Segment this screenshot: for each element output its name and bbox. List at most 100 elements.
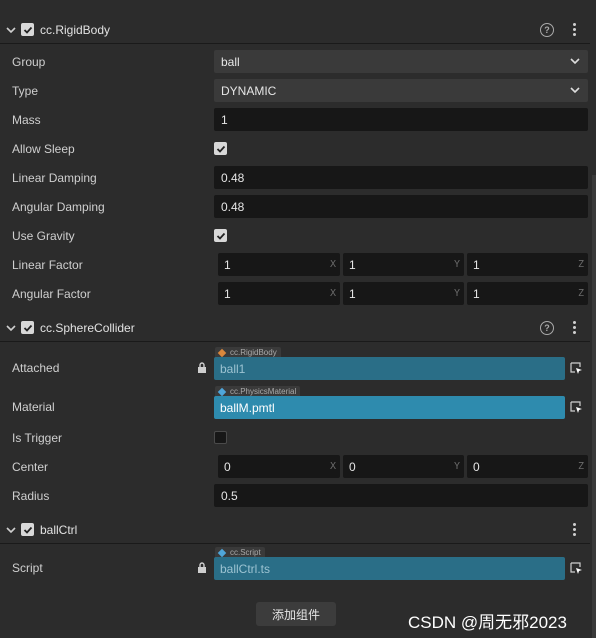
material-field[interactable]: ballM.pmtl [214, 396, 565, 419]
allow-sleep-label: Allow Sleep [12, 142, 75, 156]
mass-row: Mass 1 [0, 108, 590, 132]
ballctrl-title: ballCtrl [40, 522, 78, 537]
watermark-text: CSDN @周无邪2023 [408, 613, 567, 632]
sphere-collider-title: cc.SphereCollider [40, 320, 135, 335]
more-menu-icon[interactable] [572, 23, 576, 37]
is-trigger-label: Is Trigger [12, 431, 63, 445]
center-z-value: 0 [473, 459, 480, 474]
y-axis-label: Y [453, 259, 460, 270]
x-axis-label: X [329, 288, 336, 299]
use-gravity-label: Use Gravity [12, 229, 75, 243]
linear-factor-label: Linear Factor [12, 258, 83, 272]
material-row: Material ballM.pmtl [0, 395, 590, 419]
lock-icon [198, 562, 206, 573]
linear-factor-z-input[interactable]: 1 Z [467, 253, 588, 276]
type-label: Type [12, 84, 39, 98]
group-row: Group ball [0, 50, 590, 74]
attached-label: Attached [12, 361, 60, 375]
angular-factor-x-value: 1 [224, 286, 231, 301]
radius-input[interactable]: 0.5 [214, 484, 588, 507]
help-icon[interactable]: ? [540, 23, 554, 37]
mass-input[interactable]: 1 [214, 108, 588, 131]
y-axis-label: Y [453, 288, 460, 299]
radius-row: Radius 0.5 [0, 484, 590, 508]
angular-factor-y-value: 1 [349, 286, 356, 301]
script-pick-button[interactable] [567, 557, 586, 580]
lock-icon [198, 362, 206, 373]
script-row: Script ballCtrl.ts [0, 556, 590, 580]
scrollbar[interactable] [592, 175, 596, 638]
linear-damping-input[interactable]: 0.48 [214, 166, 588, 189]
more-menu-icon[interactable] [572, 523, 576, 537]
center-label: Center [12, 460, 49, 474]
angular-factor-x-input[interactable]: 1 X [218, 282, 340, 305]
pick-target-icon [570, 401, 582, 413]
y-axis-label: Y [453, 461, 460, 472]
chevron-down-icon[interactable] [6, 323, 16, 333]
center-x-input[interactable]: 0 X [218, 455, 340, 478]
linear-damping-row: Linear Damping 0.48 [0, 166, 590, 190]
linear-factor-y-value: 1 [349, 257, 356, 272]
radius-label: Radius [12, 489, 50, 503]
use-gravity-checkbox[interactable] [214, 229, 227, 242]
is-trigger-checkbox[interactable] [214, 431, 227, 444]
group-value: ball [221, 54, 240, 69]
script-label: Script [12, 561, 43, 575]
linear-factor-row: Linear Factor 1 X 1 Y 1 Z [0, 253, 590, 277]
z-axis-label: Z [577, 461, 584, 472]
group-label: Group [12, 55, 46, 69]
z-axis-label: Z [577, 259, 584, 270]
type-row: Type DYNAMIC [0, 79, 590, 103]
angular-damping-row: Angular Damping 0.48 [0, 195, 590, 219]
angular-factor-z-value: 1 [473, 286, 480, 301]
linear-factor-x-value: 1 [224, 257, 231, 272]
add-component-button[interactable]: 添加组件 [256, 602, 336, 626]
mass-label: Mass [12, 113, 41, 127]
group-select[interactable]: ball [214, 50, 588, 73]
pick-target-icon [570, 362, 582, 374]
ballctrl-header[interactable]: ballCtrl [0, 516, 590, 544]
linear-factor-y-input[interactable]: 1 Y [343, 253, 464, 276]
linear-damping-label: Linear Damping [12, 171, 97, 185]
help-icon[interactable]: ? [540, 321, 554, 335]
attached-row: Attached ball1 [0, 356, 590, 380]
rigidbody-header[interactable]: cc.RigidBody ? [0, 16, 590, 44]
center-z-input[interactable]: 0 Z [467, 455, 588, 478]
more-menu-icon[interactable] [572, 321, 576, 335]
use-gravity-row: Use Gravity [0, 224, 590, 248]
angular-factor-row: Angular Factor 1 X 1 Y 1 Z [0, 282, 590, 306]
is-trigger-row: Is Trigger [0, 426, 590, 450]
allow-sleep-row: Allow Sleep [0, 137, 590, 161]
rigidbody-title: cc.RigidBody [40, 22, 111, 37]
sphere-collider-header[interactable]: cc.SphereCollider ? [0, 314, 590, 342]
type-value: DYNAMIC [221, 83, 277, 98]
angular-damping-label: Angular Damping [12, 200, 105, 214]
sphere-collider-enabled-checkbox[interactable] [21, 321, 34, 334]
chevron-down-icon [570, 87, 580, 94]
pick-target-icon [570, 562, 582, 574]
ballctrl-enabled-checkbox[interactable] [21, 523, 34, 536]
material-pick-button[interactable] [567, 396, 586, 419]
allow-sleep-checkbox[interactable] [214, 142, 227, 155]
chevron-down-icon [570, 58, 580, 65]
chevron-down-icon[interactable] [6, 525, 16, 535]
z-axis-label: Z [577, 288, 584, 299]
angular-damping-input[interactable]: 0.48 [214, 195, 588, 218]
chevron-down-icon[interactable] [6, 25, 16, 35]
x-axis-label: X [329, 461, 336, 472]
angular-factor-z-input[interactable]: 1 Z [467, 282, 588, 305]
center-y-input[interactable]: 0 Y [343, 455, 464, 478]
attached-field[interactable]: ball1 [214, 357, 565, 380]
material-label: Material [12, 400, 55, 414]
script-field[interactable]: ballCtrl.ts [214, 557, 565, 580]
center-x-value: 0 [224, 459, 231, 474]
center-y-value: 0 [349, 459, 356, 474]
center-row: Center 0 X 0 Y 0 Z [0, 455, 590, 479]
attached-pick-button[interactable] [567, 357, 586, 380]
type-select[interactable]: DYNAMIC [214, 79, 588, 102]
angular-factor-label: Angular Factor [12, 287, 91, 301]
linear-factor-z-value: 1 [473, 257, 480, 272]
rigidbody-enabled-checkbox[interactable] [21, 23, 34, 36]
angular-factor-y-input[interactable]: 1 Y [343, 282, 464, 305]
linear-factor-x-input[interactable]: 1 X [218, 253, 340, 276]
